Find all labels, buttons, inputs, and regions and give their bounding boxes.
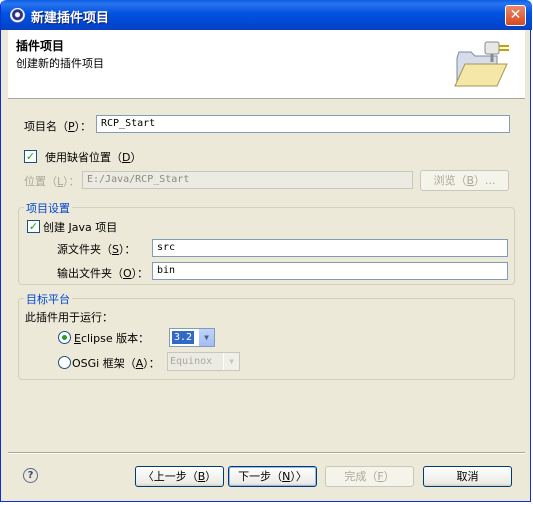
wizard-body: 项目名（P）： RCP_Start ✓ 使用缺省位置（D） 位置（L）： E:/… xyxy=(8,99,525,451)
eclipse-version-label[interactable]: Eclipse 版本： xyxy=(74,330,149,346)
back-button[interactable]: 〈上一步（B） xyxy=(135,466,224,487)
project-settings-title: 项目设置 xyxy=(24,200,72,216)
close-button[interactable]: ✕ xyxy=(505,5,526,26)
eclipse-logo-icon xyxy=(10,8,25,23)
eclipse-version-radio[interactable] xyxy=(58,331,71,344)
folder-plug-icon xyxy=(454,41,509,87)
page-title: 插件项目 xyxy=(16,39,65,53)
osgi-framework-label[interactable]: OSGi 框架（A）： xyxy=(72,355,160,371)
finish-button[interactable]: 完成（F） xyxy=(325,466,414,487)
output-folder-input[interactable]: bin xyxy=(152,262,508,280)
output-folder-label: 输出文件夹（O）： xyxy=(57,267,149,280)
default-location-checkbox[interactable]: ✓ xyxy=(24,150,37,163)
title-bar[interactable]: 新建插件项目 ✕ xyxy=(1,0,532,30)
osgi-framework-radio[interactable] xyxy=(58,356,71,369)
source-folder-input[interactable]: src xyxy=(152,239,508,257)
osgi-framework-value: Equinox xyxy=(170,356,213,367)
target-platform-title: 目标平台 xyxy=(24,291,72,307)
osgi-framework-select[interactable]: Equinox ▼ xyxy=(167,352,240,371)
location-input[interactable]: E:/Java/RCP_Start xyxy=(82,171,413,189)
project-name-label: 项目名（P）： xyxy=(24,120,92,133)
runs-with-label: 此插件用于运行： xyxy=(25,311,113,324)
next-button[interactable]: 下一步（N）〉 xyxy=(228,466,317,487)
wizard-window: 新建插件项目 ✕ 插件项目 创建新的插件项目 项目名（P）： RCP_Start… xyxy=(0,0,532,502)
eclipse-version-select[interactable]: 3.2 ▼ xyxy=(169,328,215,347)
create-java-checkbox[interactable]: ✓ xyxy=(27,220,40,233)
eclipse-version-value: 3.2 xyxy=(172,331,195,344)
default-location-label[interactable]: 使用缺省位置（D） xyxy=(45,149,141,165)
wizard-header: 插件项目 创建新的插件项目 xyxy=(8,30,525,99)
cancel-button[interactable]: 取消 xyxy=(423,466,512,487)
page-description: 创建新的插件项目 xyxy=(16,57,104,70)
chevron-down-icon: ▼ xyxy=(198,329,214,346)
close-icon: ✕ xyxy=(509,7,522,23)
help-icon[interactable]: ? xyxy=(23,468,38,483)
location-label: 位置（L）： xyxy=(24,175,80,188)
source-folder-label: 源文件夹（S）： xyxy=(57,243,136,256)
footer-separator xyxy=(8,452,525,454)
project-name-input[interactable]: RCP_Start xyxy=(96,115,510,133)
browse-button[interactable]: 浏览（B）... xyxy=(420,170,509,191)
create-java-label[interactable]: 创建 Java 项目 xyxy=(43,219,117,235)
chevron-down-icon: ▼ xyxy=(223,353,239,370)
window-title: 新建插件项目 xyxy=(31,11,110,26)
